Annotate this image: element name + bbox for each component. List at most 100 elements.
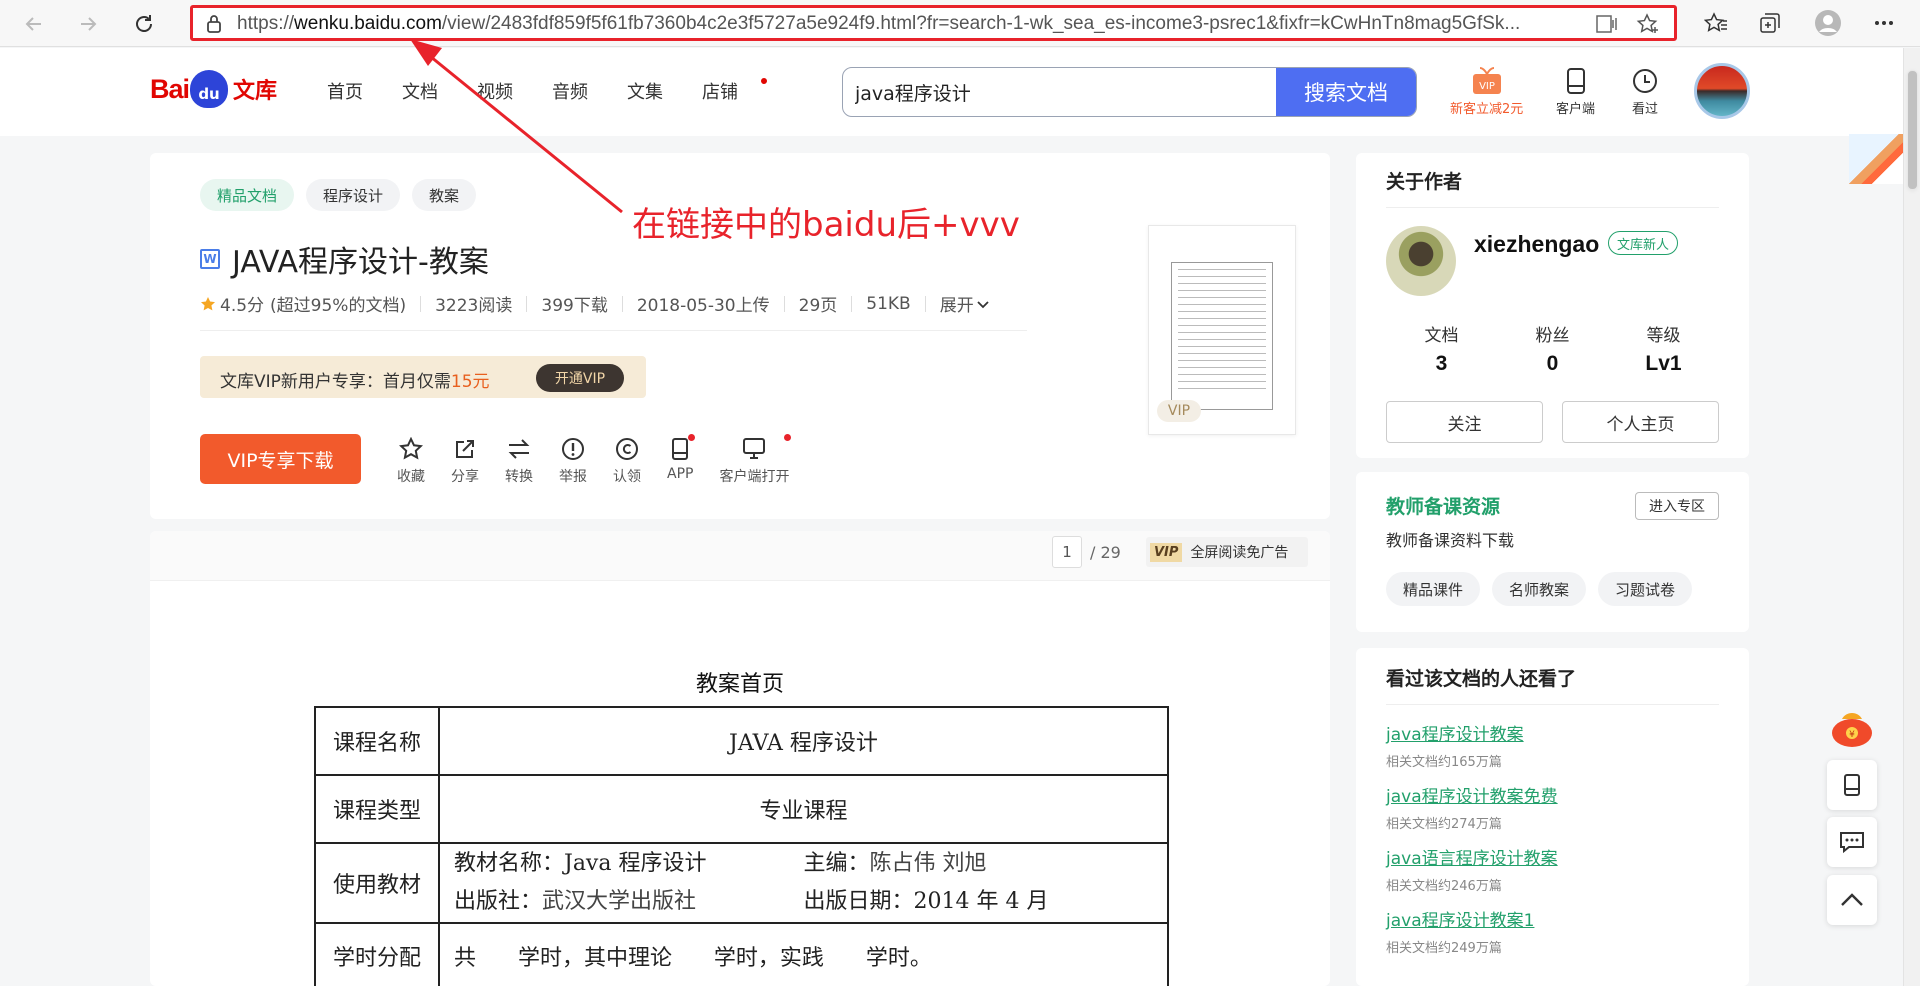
- profile-icon: [1815, 10, 1841, 36]
- tag-premium[interactable]: 精品文档: [200, 179, 295, 211]
- vip-badge-icon: VIP: [1150, 542, 1183, 562]
- enter-zone-button[interactable]: 进入专区: [1635, 492, 1719, 520]
- tag-lesson-plan[interactable]: 教案: [412, 179, 477, 211]
- tag-teacher-plans[interactable]: 名师教案: [1492, 572, 1587, 606]
- doc-title-row: W JAVA程序设计-教案: [200, 237, 489, 281]
- search-input[interactable]: [843, 68, 1278, 116]
- scrollbar-thumb[interactable]: [1907, 70, 1918, 190]
- download-count: 399下载: [541, 296, 608, 316]
- row-label: 学时分配: [314, 922, 440, 986]
- tag-programming[interactable]: 程序设计: [306, 179, 401, 211]
- expand-button[interactable]: 展开: [940, 291, 974, 316]
- add-favorite-icon: [1636, 13, 1658, 33]
- thumbnail-vip-badge: VIP: [1157, 400, 1201, 422]
- tag-courseware[interactable]: 精品课件: [1386, 572, 1481, 606]
- author-stats: 文档 3 粉丝 0 等级 Lv1: [1386, 321, 1719, 376]
- list-item: java程序设计教案免费 相关文档约274万篇: [1386, 786, 1719, 832]
- lesson-table: 课程名称 JAVA 程序设计 课程类型 专业课程 使用教材 教材名称：Java …: [314, 706, 1169, 986]
- paw-icon: du: [190, 70, 229, 108]
- textbook-info: 教材名称：Java 程序设计 主编：陈占伟 刘旭 出版社：武汉大学出版社 出版日期：…: [438, 842, 1169, 924]
- main-nav: 首页 文档 视频 音频 文集 店铺: [327, 78, 777, 104]
- baidu-wenku-logo[interactable]: Bai du 文库: [150, 64, 277, 114]
- doc-tags: 精品文档 程序设计 教案: [200, 179, 477, 211]
- lucky-bag-button[interactable]: ¥: [1826, 703, 1878, 749]
- table-row: 使用教材 教材名称：Java 程序设计 主编：陈占伟 刘旭 出版社：武汉大学出版社…: [314, 842, 1169, 924]
- feedback-float-button[interactable]: [1827, 817, 1877, 867]
- also-viewed-list: java程序设计教案相关文档约165万篇 java程序设计教案免费 相关文档约27…: [1386, 724, 1719, 972]
- related-doc-link[interactable]: java程序设计教案: [1386, 724, 1719, 746]
- nav-docs[interactable]: 文档: [402, 78, 477, 104]
- address-bar[interactable]: https://wenku.baidu.com/view/2483fdf859f…: [190, 5, 1677, 41]
- forward-button[interactable]: [72, 8, 104, 40]
- user-avatar[interactable]: [1694, 63, 1750, 119]
- history-link[interactable]: 看过: [1632, 64, 1658, 117]
- resources-tags: 精品课件 名师教案 习题试卷: [1386, 572, 1693, 606]
- author-panel: 关于作者 xiezhengao 文库新人 文档 3 粉丝 0 等级 Lv1 关注 个人…: [1356, 153, 1749, 458]
- page-title: 教案首页: [695, 672, 784, 697]
- app-float-button[interactable]: [1827, 760, 1877, 810]
- row-value: 专业课程: [438, 774, 1169, 844]
- author-avatar[interactable]: [1386, 226, 1456, 296]
- related-doc-link[interactable]: java语言程序设计教案: [1386, 848, 1719, 870]
- author-homepage-button[interactable]: 个人主页: [1562, 401, 1719, 443]
- related-doc-link[interactable]: java程序设计教案1: [1386, 910, 1719, 932]
- favorites-button[interactable]: [1702, 9, 1730, 37]
- report-action[interactable]: 举报: [559, 436, 587, 486]
- doc-title: JAVA程序设计-教案: [232, 245, 489, 280]
- related-doc-link[interactable]: java程序设计教案免费: [1386, 786, 1719, 808]
- svg-text:¥: ¥: [1849, 730, 1855, 740]
- client-open-action[interactable]: 客户端打开: [719, 434, 792, 486]
- mobile-icon: [1844, 774, 1860, 796]
- related-doc-count: 相关文档约165万篇: [1386, 755, 1502, 770]
- app-action[interactable]: APP: [667, 434, 696, 486]
- fullscreen-read-button[interactable]: VIP 全屏阅读免广告: [1146, 537, 1308, 567]
- favorite-action[interactable]: 收藏: [397, 436, 425, 486]
- nav-collections[interactable]: 文集: [627, 78, 702, 104]
- back-button[interactable]: [18, 8, 50, 40]
- page-number-input[interactable]: 1: [1052, 536, 1082, 568]
- author-section-title: 关于作者: [1386, 171, 1463, 193]
- notification-dot: [688, 434, 696, 441]
- convert-action[interactable]: 转换: [505, 436, 533, 486]
- nav-video[interactable]: 视频: [477, 78, 552, 104]
- star-icon: [201, 296, 215, 310]
- follow-button[interactable]: 关注: [1386, 401, 1543, 443]
- tag-exercises[interactable]: 习题试卷: [1598, 572, 1693, 606]
- claim-action[interactable]: 认领: [613, 436, 641, 486]
- collections-icon: [1760, 13, 1780, 33]
- page-scrollbar[interactable]: [1903, 48, 1920, 986]
- doc-thumbnail[interactable]: VIP: [1148, 225, 1296, 435]
- resources-subtitle: 教师备课资料下载: [1386, 531, 1515, 550]
- nav-store[interactable]: 店铺: [702, 78, 777, 104]
- related-doc-count: 相关文档约249万篇: [1386, 941, 1502, 956]
- refresh-button[interactable]: [128, 8, 160, 40]
- lock-icon: [207, 15, 221, 33]
- reader-toolbar: 1 / 29 VIP 全屏阅读免广告: [150, 531, 1330, 581]
- vip-download-button[interactable]: VIP专享下载: [200, 434, 361, 484]
- vip-promo-price: 15元: [450, 372, 490, 392]
- search-button[interactable]: 搜索文档: [1276, 68, 1416, 116]
- new-user-promo[interactable]: VIP 新客立减2元: [1450, 64, 1523, 117]
- author-badge: 文库新人: [1608, 231, 1679, 255]
- warning-icon: [562, 438, 584, 460]
- document-reader: 1 / 29 VIP 全屏阅读免广告 教案首页 课程名称 JAVA 程序设计 课…: [150, 531, 1330, 986]
- client-download[interactable]: 客户端: [1556, 64, 1595, 117]
- promo-label: 新客立减2元: [1450, 102, 1524, 117]
- row-value: 共 学时，其中理论 学时，实践 学时。: [438, 922, 1169, 986]
- author-name[interactable]: xiezhengao: [1474, 231, 1599, 258]
- back-to-top-button[interactable]: [1827, 875, 1877, 925]
- resources-title[interactable]: 教师备课资源: [1386, 492, 1500, 519]
- nav-audio[interactable]: 音频: [552, 78, 627, 104]
- client-label: 客户端: [1556, 102, 1596, 117]
- desktop-icon: [743, 438, 766, 459]
- profile-button[interactable]: [1814, 9, 1842, 37]
- share-action[interactable]: 分享: [451, 436, 479, 486]
- open-vip-button[interactable]: 开通VIP: [536, 364, 624, 392]
- nav-home[interactable]: 首页: [327, 78, 402, 104]
- mobile-icon: [672, 438, 689, 460]
- table-row: 课程类型 专业课程: [314, 774, 1169, 844]
- browser-menu-button[interactable]: [1870, 9, 1898, 37]
- history-label: 看过: [1632, 102, 1659, 117]
- collections-button[interactable]: [1756, 9, 1784, 37]
- convert-icon: [508, 439, 530, 459]
